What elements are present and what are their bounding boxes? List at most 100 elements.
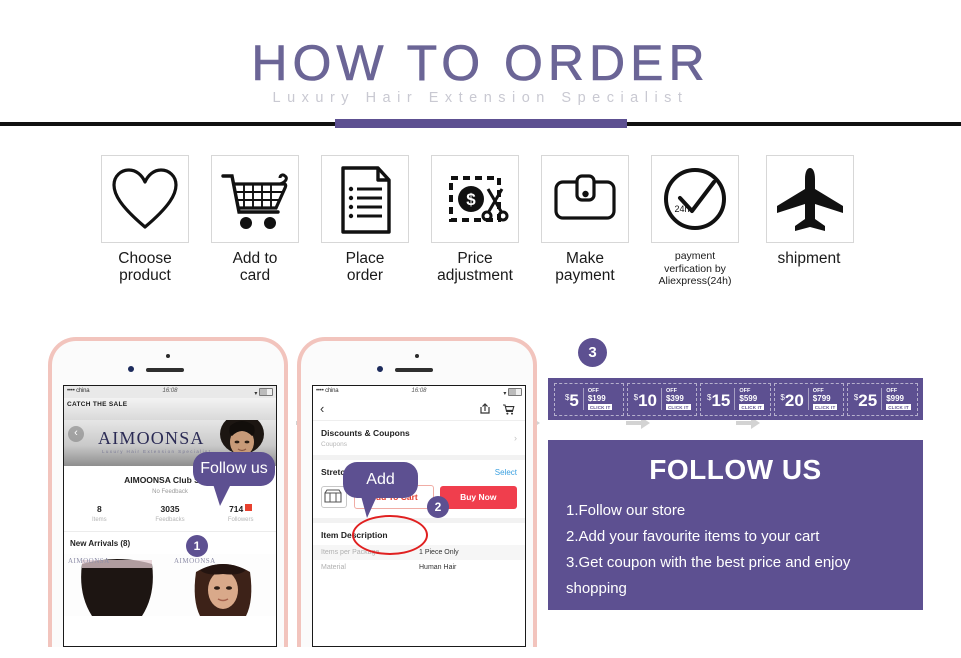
step-label-line1: Place bbox=[345, 250, 385, 267]
discounts-section[interactable]: Discounts & Coupons Coupons › bbox=[313, 421, 525, 455]
coupon-item[interactable]: $10 OFF $399 CLICK IT bbox=[626, 382, 698, 416]
callout-follow-us: Follow us bbox=[193, 452, 275, 506]
callout-tail bbox=[213, 484, 231, 506]
page-header: HOW TO ORDER Luxury Hair Extension Speci… bbox=[0, 0, 961, 132]
coupon-min-spend: $799 bbox=[812, 393, 831, 403]
select-link[interactable]: Select bbox=[495, 468, 517, 477]
step-label-line2: order bbox=[346, 267, 384, 284]
attribute-key: Material bbox=[321, 564, 346, 571]
step-place-order: Place order bbox=[319, 155, 411, 284]
phone-camera bbox=[415, 354, 419, 358]
phone-mockup-product: •••• china 16:08 ▾ ‹ Discounts & Coupons bbox=[297, 337, 537, 647]
badge-number: 1 bbox=[193, 539, 201, 553]
coupon-click-button[interactable]: CLICK IT bbox=[886, 404, 911, 411]
buy-now-button[interactable]: Buy Now bbox=[439, 485, 517, 509]
phone2-screen: •••• china 16:08 ▾ ‹ Discounts & Coupons bbox=[312, 385, 526, 647]
stat-followers: 714 Followers bbox=[205, 504, 276, 523]
step-price-adjustment: $ Price adjustment bbox=[429, 155, 521, 284]
coupon-click-button[interactable]: CLICK IT bbox=[739, 404, 764, 411]
step-label-line2: verfication by bbox=[664, 262, 726, 275]
stat-value: 8 bbox=[96, 504, 102, 514]
highlight-circle bbox=[352, 515, 428, 555]
cart-icon[interactable] bbox=[502, 403, 515, 415]
header-accent-bar bbox=[335, 119, 627, 128]
step-add-to-cart: Add to card bbox=[209, 155, 301, 284]
coupon-item[interactable]: $25 OFF $999 CLICK IT bbox=[847, 382, 918, 416]
step-label-line1: shipment bbox=[777, 250, 841, 267]
step-label-line1: Make bbox=[566, 250, 604, 267]
follow-us-steps: 1.Follow our store 2.Add your favourite … bbox=[566, 498, 905, 602]
step-choose-product: Choose product bbox=[99, 155, 191, 284]
store-logo: AIMOONSA bbox=[98, 428, 205, 448]
store-feedback: No Feedback bbox=[152, 489, 188, 495]
step-badge-2: 2 bbox=[427, 496, 449, 518]
status-carrier: •••• china bbox=[67, 388, 90, 394]
step-badge-1: 1 bbox=[186, 535, 208, 557]
product-watermark: AIMOONSA bbox=[174, 557, 216, 565]
share-icon[interactable] bbox=[479, 403, 491, 415]
step-label-line2: product bbox=[119, 267, 171, 284]
phone2-navbar: ‹ bbox=[313, 398, 525, 421]
step-label-line2: payment bbox=[555, 267, 615, 284]
phone2-status-bar: •••• china 16:08 ▾ bbox=[313, 386, 525, 398]
store-stats: 8 Items 3035 Feedbacks 714 Followers bbox=[64, 504, 276, 532]
coupon-item[interactable]: $20 OFF $799 CLICK IT bbox=[773, 382, 845, 416]
coupon-click-button[interactable]: CLICK IT bbox=[587, 404, 613, 411]
wifi-icon: ▾ bbox=[254, 391, 258, 397]
coupon-item[interactable]: $5 OFF $199 CLICK IT bbox=[553, 382, 624, 416]
step-make-payment: Make payment bbox=[539, 155, 631, 284]
callout-text: Follow us bbox=[200, 460, 268, 477]
coupon-min-spend: $999 bbox=[886, 393, 904, 403]
document-icon bbox=[321, 155, 409, 243]
coupon-amount: 25 bbox=[858, 391, 878, 410]
follow-step: 2.Add your favourite items to your cart bbox=[566, 528, 820, 545]
phone-mockup-store: •••• china 16:08 ▾ CATCH THE SALE ‹ AIMO… bbox=[48, 337, 288, 647]
stat-value: 714 bbox=[229, 504, 244, 514]
new-arrivals-grid: AIMOONSA AIMOONSA bbox=[64, 554, 276, 616]
coupon-click-button[interactable]: CLICK IT bbox=[665, 404, 691, 411]
phone1-sale-banner: CATCH THE SALE bbox=[64, 398, 276, 420]
back-chevron-icon[interactable]: ‹ bbox=[320, 401, 324, 416]
follow-us-title: FOLLOW US bbox=[649, 454, 822, 485]
wifi-icon: ▾ bbox=[503, 391, 507, 397]
step-label-line3: Aliexpress(24h) bbox=[658, 275, 732, 287]
phone-speaker bbox=[146, 368, 184, 372]
svg-text:$: $ bbox=[466, 190, 476, 209]
step-shipment: shipment bbox=[764, 155, 856, 267]
discounts-subtitle: Coupons bbox=[321, 441, 348, 448]
attribute-row: Material Human Hair bbox=[313, 560, 525, 575]
coupon-item[interactable]: $15 OFF $599 CLICK IT bbox=[700, 382, 771, 416]
discounts-title: Discounts & Coupons bbox=[321, 428, 410, 438]
follow-plus-badge[interactable] bbox=[245, 504, 253, 511]
stat-value: 3035 bbox=[160, 504, 180, 514]
sale-banner-text: CATCH THE SALE bbox=[67, 401, 128, 408]
battery-icon bbox=[508, 388, 522, 396]
follow-step: 3.Get coupon with the best price and enj… bbox=[566, 554, 851, 597]
coupon-amount: 10 bbox=[638, 391, 657, 410]
product-card[interactable]: AIMOONSA bbox=[64, 554, 170, 616]
callout-text: Add bbox=[366, 471, 395, 488]
back-chevron-icon[interactable]: ‹ bbox=[68, 426, 84, 442]
step-label-line1: Add to bbox=[232, 250, 278, 267]
store-logo-subtitle: Luxury Hair Extension Specialist bbox=[102, 449, 212, 454]
coupon-click-button[interactable]: CLICK IT bbox=[812, 404, 838, 411]
chevron-right-icon: › bbox=[514, 433, 517, 443]
phone-camera bbox=[166, 354, 170, 358]
stat-items: 8 Items bbox=[64, 504, 135, 523]
step-label-line2: card bbox=[239, 267, 271, 284]
coupon-strip: $5 OFF $199 CLICK IT $10 OFF $399 CLICK … bbox=[548, 378, 923, 420]
clock-check-icon: 24h bbox=[651, 155, 739, 243]
coupon-amount: 20 bbox=[784, 391, 804, 410]
product-watermark: AIMOONSA bbox=[68, 557, 110, 565]
airplane-icon bbox=[766, 155, 854, 243]
status-carrier: •••• china bbox=[316, 388, 339, 394]
attribute-value: Human Hair bbox=[419, 564, 457, 571]
how-to-order-banner: HOW TO ORDER Luxury Hair Extension Speci… bbox=[0, 0, 961, 658]
coupon-amount: 5 bbox=[569, 391, 579, 410]
follow-step: 1.Follow our store bbox=[566, 502, 686, 519]
clock-icon-text: 24h bbox=[674, 204, 689, 214]
step-label-line1: payment bbox=[674, 250, 716, 262]
order-steps: Choose product Add to card Place order $… bbox=[0, 155, 961, 429]
coupon-min-spend: $599 bbox=[739, 393, 758, 403]
product-card[interactable]: AIMOONSA bbox=[170, 554, 276, 616]
